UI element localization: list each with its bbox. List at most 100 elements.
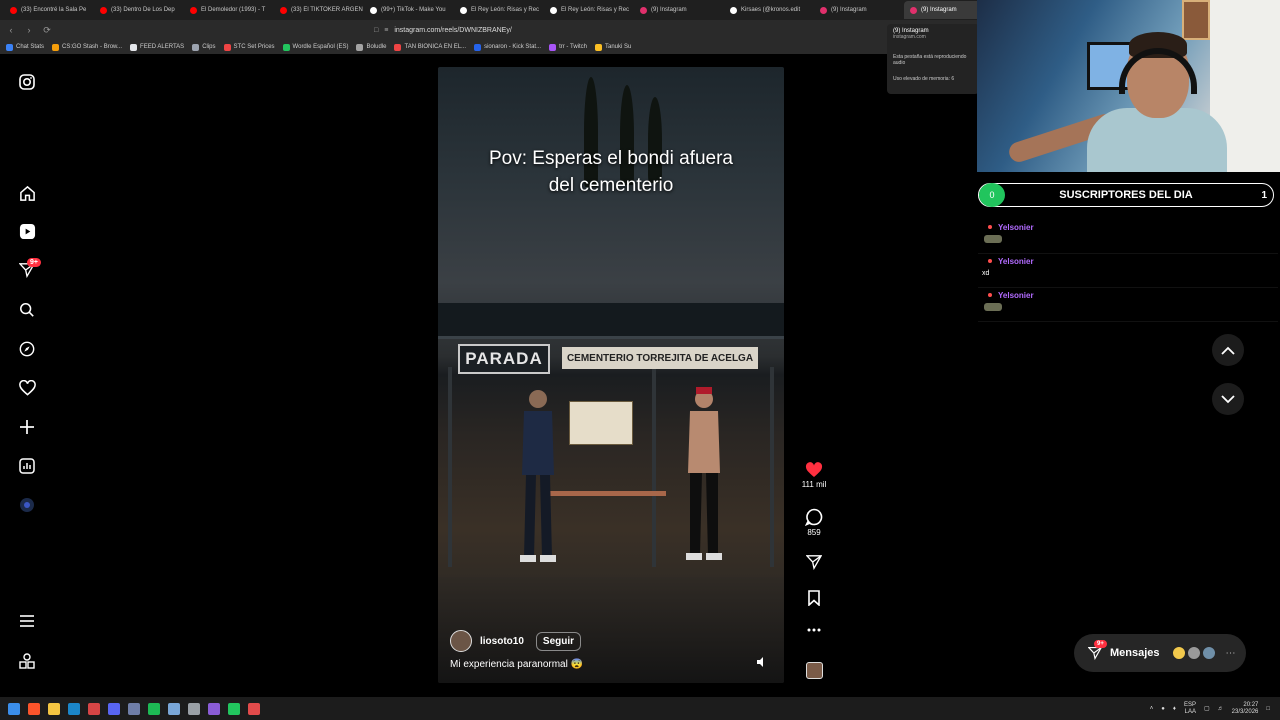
bookmark-item[interactable]: Tanuki Su [594, 43, 631, 51]
home-icon[interactable] [17, 183, 37, 203]
audio-volume-icon[interactable] [756, 655, 768, 673]
bookmark-item[interactable]: CS:GO Stash - Brow... [52, 43, 122, 51]
tray-expand-icon[interactable]: ˄ [1150, 706, 1154, 712]
share-send-icon[interactable] [806, 554, 822, 570]
heart-filled-icon[interactable] [805, 462, 823, 478]
browser-tab[interactable]: (33) Encontré la Sala Pe [4, 1, 94, 19]
tab-favicon-icon [640, 6, 647, 14]
app-icon[interactable] [208, 702, 220, 715]
tab-label: El Rey León: Risas y Rec [471, 7, 540, 13]
notification-center-icon[interactable]: □ [1266, 706, 1270, 712]
app-icon[interactable] [248, 702, 260, 715]
spotify-icon[interactable] [148, 702, 160, 715]
chat-emote-icon [984, 235, 1002, 243]
lang-layout: LAA [1184, 708, 1196, 715]
tab-favicon-icon [910, 6, 917, 14]
more-menu-icon[interactable] [17, 611, 37, 631]
browser-tab[interactable]: El Demoledor (1993) - T [184, 1, 274, 19]
volume-icon[interactable]: ♬ [1218, 706, 1224, 712]
bookmark-item[interactable]: FEED ALERTAS [130, 43, 184, 51]
bookmark-star-icon[interactable]: □ [374, 27, 378, 34]
language-indicator[interactable]: ESP LAA [1184, 702, 1196, 716]
browser-tab[interactable]: Kirsaes (@kronos.edit [724, 1, 814, 19]
browser-tab[interactable]: (9) Instagram [814, 1, 904, 19]
comment-action[interactable]: 859 [794, 508, 834, 537]
network-icon[interactable]: ▢ [1204, 705, 1210, 712]
browser-tab[interactable]: (9) Instagram [634, 1, 724, 19]
start-windows-icon[interactable] [8, 702, 20, 715]
bookmark-item[interactable]: STC Set Prices [223, 43, 275, 51]
browser-tab[interactable]: (33) Dentro De Los Dep [94, 1, 184, 19]
app-icon[interactable] [188, 702, 200, 715]
tab-label: (33) El TIKTOKER ARGEN [291, 7, 363, 13]
save-action[interactable] [794, 590, 834, 606]
follow-button[interactable]: Seguir [535, 631, 582, 651]
heart-notifications-icon[interactable] [17, 378, 37, 398]
tab-label: Kirsaes (@kronos.edit [741, 7, 801, 13]
tab-favicon-icon [10, 6, 17, 14]
url-text[interactable]: instagram.com/reels/DWNIZBRANEy/ [394, 27, 511, 34]
bookmark-item[interactable]: Boludle [356, 43, 386, 51]
share-action[interactable] [794, 554, 834, 570]
browser-tab[interactable]: El Rey León: Risas y Rec [454, 1, 544, 19]
bookmark-label: Clips [202, 44, 216, 50]
reels-icon[interactable] [17, 221, 37, 241]
bookmark-item[interactable]: Wordle Español (ES) [282, 43, 348, 51]
url-field[interactable]: □ ≡ instagram.com/reels/DWNIZBRANEy/ [374, 27, 512, 34]
back-icon[interactable]: ‹ [4, 23, 18, 37]
next-reel-button[interactable] [1212, 383, 1244, 415]
forward-icon[interactable]: › [22, 23, 36, 37]
app-icon[interactable] [128, 702, 140, 715]
messages-button[interactable]: 9+ Mensajes ⋯ [1074, 634, 1246, 672]
audio-track-thumbnail[interactable] [805, 662, 823, 679]
windows-taskbar: ˄ ● ♦ ESP LAA ▢ ♬ 20:27 23/3/2026 □ [0, 697, 1280, 720]
brave-browser-icon[interactable] [28, 702, 40, 715]
author-avatar[interactable] [450, 630, 472, 652]
kick-icon[interactable] [228, 702, 240, 715]
browser-tab[interactable]: (99+) TikTok - Make You [364, 1, 454, 19]
microphone-icon[interactable]: ♦ [1173, 706, 1176, 712]
lang-code: ESP [1183, 701, 1196, 708]
audio-track-action[interactable] [794, 662, 834, 679]
system-clock[interactable]: 20:27 23/3/2026 [1232, 702, 1259, 716]
reel-caption[interactable]: Mi experiencia paranormal 😨 [450, 659, 583, 670]
reel-video[interactable]: PARADA CEMENTERIO TORREJITA DE ACELGA Po… [438, 67, 784, 683]
search-icon[interactable] [17, 300, 37, 320]
chat-message: Yelsonier xd [978, 254, 1278, 288]
bookmark-favicon-icon [223, 43, 231, 51]
tray-app-icon[interactable]: ● [1161, 706, 1165, 712]
bookmark-item[interactable]: Chat Stats [6, 43, 44, 51]
tab-label: (9) Instagram [831, 7, 867, 13]
discord-icon[interactable] [108, 702, 120, 715]
file-explorer-icon[interactable] [48, 702, 60, 715]
bookmark-icon[interactable] [807, 590, 821, 606]
more-dots-icon[interactable] [807, 628, 821, 632]
author-username[interactable]: liosoto10 [480, 636, 524, 647]
bookmark-favicon-icon [130, 43, 138, 51]
explore-compass-icon[interactable] [17, 339, 37, 359]
instagram-logo-icon[interactable] [17, 72, 37, 92]
bookmark-item[interactable]: sionaron - Kick Stat... [474, 43, 541, 51]
dashboard-icon[interactable] [17, 456, 37, 476]
parada-sign: PARADA [458, 344, 550, 374]
previous-reel-button[interactable] [1212, 334, 1244, 366]
browser-tab[interactable]: El Rey León: Risas y Rec [544, 1, 634, 19]
obs-icon[interactable] [88, 702, 100, 715]
also-from-meta-icon[interactable] [17, 651, 37, 671]
profile-avatar-icon[interactable] [17, 495, 37, 515]
bookmark-favicon-icon [474, 43, 482, 51]
clock-date: 23/3/2026 [1231, 708, 1259, 715]
comment-bubble-icon[interactable] [805, 508, 823, 526]
create-plus-icon[interactable] [17, 417, 37, 437]
bookmark-item[interactable]: TAN BIONICA EN EL... [394, 43, 466, 51]
reload-icon[interactable]: ⟳ [40, 23, 54, 37]
bookmark-label: trr - Twitch [559, 44, 587, 50]
browser-tab[interactable]: (33) El TIKTOKER ARGEN [274, 1, 364, 19]
app-icon[interactable] [168, 702, 180, 715]
like-action[interactable]: 111 mil [794, 462, 834, 489]
bookmark-item[interactable]: trr - Twitch [549, 43, 587, 51]
more-options-action[interactable] [794, 628, 834, 632]
steam-icon[interactable] [68, 702, 80, 715]
bookmark-item[interactable]: Clips [192, 43, 216, 51]
site-info-icon[interactable]: ≡ [384, 27, 388, 34]
